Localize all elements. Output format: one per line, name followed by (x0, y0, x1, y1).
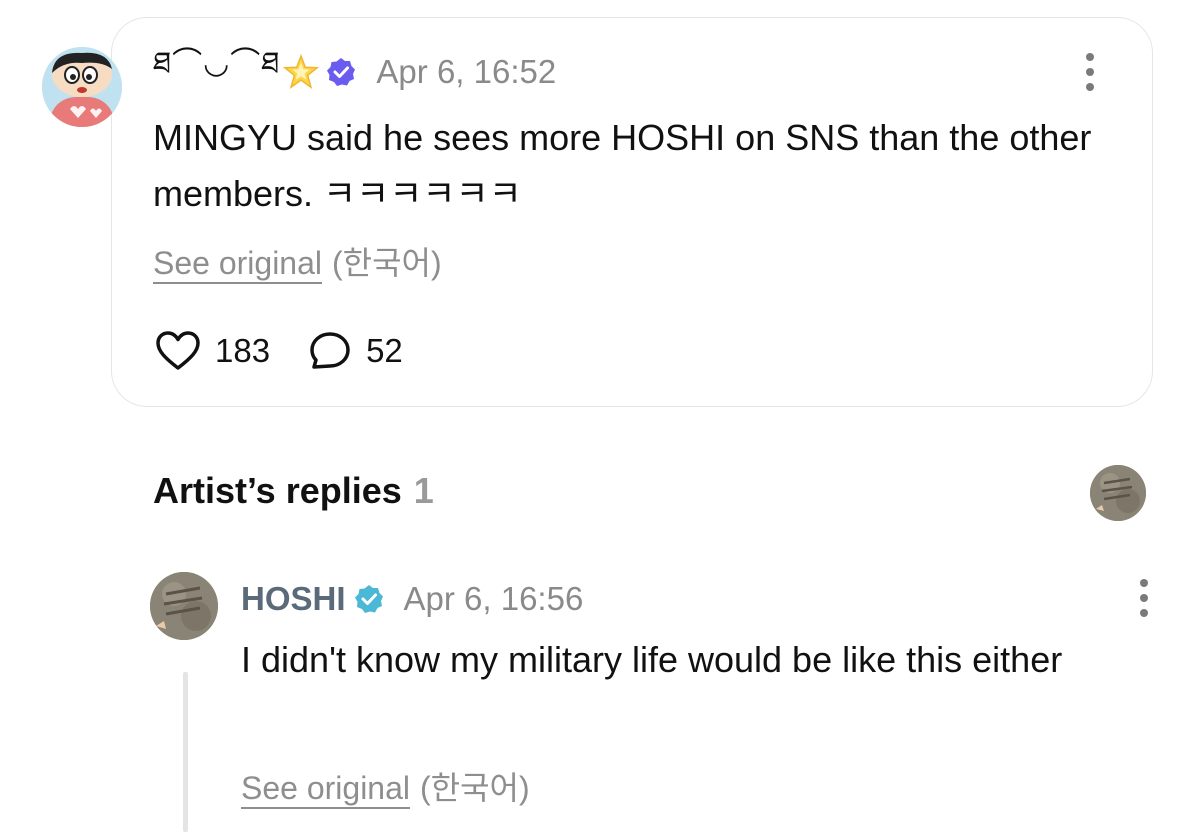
artist-replies-title: Artist’s replies (153, 470, 402, 511)
post-language-label: (한국어) (332, 245, 442, 281)
verified-badge-icon (327, 58, 356, 86)
reply-body-text: I didn't know my military life would be … (241, 639, 1063, 680)
artist-replies-heading: Artist’s replies 1 (153, 470, 434, 512)
more-options-icon[interactable] (1138, 579, 1150, 617)
more-options-icon[interactable] (1084, 53, 1096, 91)
star-icon (283, 53, 320, 89)
comment-bubble-icon[interactable] (308, 330, 352, 372)
artist-avatar-small[interactable] (1090, 465, 1146, 521)
reply-see-original-link[interactable]: See original (241, 770, 410, 807)
reply-thread-line (183, 672, 188, 832)
artist-replies-count: 1 (413, 470, 434, 511)
reply-timestamp: Apr 6, 16:56 (403, 580, 584, 617)
reply-see-original-row: See original (한국어) (241, 763, 530, 809)
heart-icon[interactable] (155, 330, 201, 372)
post-see-original-link[interactable]: See original (153, 245, 322, 282)
verified-badge-icon (354, 585, 383, 613)
post-stats: 183 52 (155, 326, 403, 376)
post-body-text: MINGYU said he sees more HOSHI on SNS th… (153, 117, 1092, 214)
post-see-original-row: See original (한국어) (153, 238, 442, 284)
post-author-row: ཐ⌒◡⌒ཐ Apr 6, 16:52 (153, 47, 557, 92)
fan-avatar[interactable] (42, 47, 122, 127)
comment-count: 52 (366, 332, 403, 369)
reply-author-row: HOSHI Apr 6, 16:56 (241, 578, 583, 620)
post-timestamp: Apr 6, 16:52 (376, 53, 557, 90)
like-count: 183 (215, 332, 271, 369)
post-author-name[interactable]: ཐ⌒◡⌒ཐ (153, 30, 280, 114)
reply-author-name[interactable]: HOSHI (241, 580, 346, 618)
artist-avatar[interactable] (150, 572, 218, 640)
reply-language-label: (한국어) (420, 770, 530, 806)
